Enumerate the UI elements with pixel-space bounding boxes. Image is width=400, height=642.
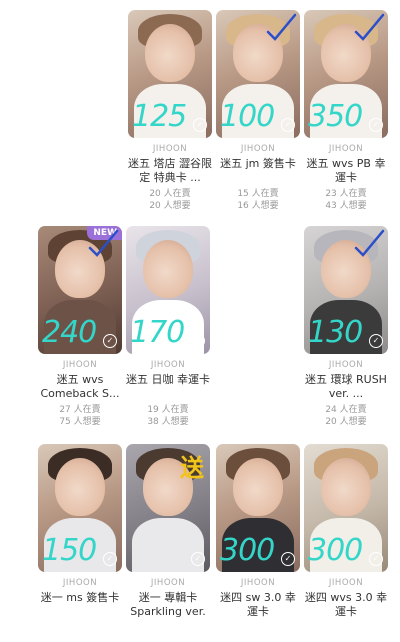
card-photo[interactable]: 300 ✓ [216, 444, 300, 572]
price-annotation: 300 [220, 533, 275, 568]
card[interactable]: 150 ✓ JIHOON 迷一 ms 簽售卡 [38, 444, 122, 619]
artist-name: JIHOON [328, 578, 364, 588]
card[interactable]: 送 ✓ JIHOON 迷一 專輯卡 Sparkling ver. [126, 444, 210, 619]
card[interactable]: 300 ✓ JIHOON 迷四 sw 3.0 幸運卡 [216, 444, 300, 619]
wanted-count: 38 人想要 [147, 417, 189, 427]
price-annotation: 300 [308, 533, 363, 568]
card[interactable]: NEW 240 ✓ JIHOON 迷五 wvs Comeback S... 27… [38, 226, 122, 428]
on-sale-count: 15 人在賣 [237, 189, 279, 199]
select-circle-icon[interactable]: ✓ [191, 334, 205, 348]
on-sale-count: 20 人在賣 [149, 189, 191, 199]
price-annotation: 170 [130, 315, 185, 350]
wanted-count: 16 人想要 [237, 201, 279, 211]
check-mark-icon [266, 13, 297, 41]
price-annotation: 100 [220, 99, 275, 134]
price-annotation: 240 [42, 315, 97, 350]
card[interactable]: 300 ✓ JIHOON 迷四 wvs 3.0 幸運卡 [304, 444, 388, 619]
card-title: 迷四 sw 3.0 幸運卡 [220, 591, 296, 618]
artist-name: JIHOON [150, 578, 186, 588]
artist-name: JIHOON [240, 578, 276, 588]
card-grid: 125 ✓ JIHOON 迷五 塔店 澀谷限定 特典卡 ... 20 人在賣 2… [0, 0, 400, 642]
card-photo[interactable]: 125 ✓ [128, 10, 212, 138]
artist-name: JIHOON [328, 144, 364, 154]
wanted-count: 20 人想要 [149, 201, 191, 211]
card-title: 迷五 wvs PB 幸運卡 [306, 157, 386, 184]
on-sale-count: 27 人在賣 [59, 405, 101, 415]
card-photo[interactable]: 100 ✓ [216, 10, 300, 138]
select-circle-icon[interactable]: ✓ [281, 552, 295, 566]
select-circle-icon[interactable]: ✓ [193, 118, 207, 132]
card-photo[interactable]: 170 ✓ [126, 226, 210, 354]
card-photo[interactable]: 350 ✓ [304, 10, 388, 138]
sent-annotation: 送 [180, 454, 204, 482]
card-photo[interactable]: 150 ✓ [38, 444, 122, 572]
price-annotation: 125 [132, 99, 187, 134]
select-circle-icon[interactable]: ✓ [103, 552, 117, 566]
card[interactable]: 350 ✓ JIHOON 迷五 wvs PB 幸運卡 23 人在賣 43 人想要 [304, 10, 388, 212]
card[interactable]: 170 ✓ JIHOON 迷五 日咖 幸運卡 19 人在賣 38 人想要 [126, 226, 210, 428]
card-title: 迷五 jm 簽售卡 [220, 157, 296, 170]
card-photo[interactable]: NEW 240 ✓ [38, 226, 122, 354]
select-circle-icon[interactable]: ✓ [369, 118, 383, 132]
artist-name: JIHOON [328, 360, 364, 370]
artist-name: JIHOON [240, 144, 276, 154]
card[interactable]: 130 ✓ JIHOON 迷五 環球 RUSH ver. ... 24 人在賣 … [304, 226, 388, 428]
artist-name: JIHOON [62, 360, 98, 370]
card-title: 迷五 環球 RUSH ver. ... [305, 373, 387, 400]
card-title: 迷五 wvs Comeback S... [40, 373, 120, 400]
wanted-count: 20 人想要 [325, 417, 367, 427]
card[interactable]: 125 ✓ JIHOON 迷五 塔店 澀谷限定 特典卡 ... 20 人在賣 2… [128, 10, 212, 212]
check-mark-icon [354, 229, 385, 257]
card-title: 迷五 塔店 澀谷限定 特典卡 ... [128, 157, 212, 184]
select-circle-icon[interactable]: ✓ [369, 552, 383, 566]
select-circle-icon[interactable]: ✓ [191, 552, 205, 566]
card[interactable]: 100 ✓ JIHOON 迷五 jm 簽售卡 15 人在賣 16 人想要 [216, 10, 300, 212]
artist-name: JIHOON [152, 144, 188, 154]
price-annotation: 150 [42, 533, 97, 568]
card-title: 迷一 ms 簽售卡 [40, 591, 120, 604]
check-mark-icon [354, 13, 385, 41]
price-annotation: 350 [308, 99, 363, 134]
wanted-count: 75 人想要 [59, 417, 101, 427]
price-annotation: 130 [308, 315, 363, 350]
card-title: 迷五 日咖 幸運卡 [126, 373, 210, 386]
select-circle-icon[interactable]: ✓ [281, 118, 295, 132]
on-sale-count: 19 人在賣 [147, 405, 189, 415]
artist-name: JIHOON [150, 360, 186, 370]
card-photo[interactable]: 送 ✓ [126, 444, 210, 572]
on-sale-count: 24 人在賣 [325, 405, 367, 415]
card-title: 迷一 專輯卡 Sparkling ver. [130, 591, 206, 618]
artist-name: JIHOON [62, 578, 98, 588]
card-photo[interactable]: 300 ✓ [304, 444, 388, 572]
card-title: 迷四 wvs 3.0 幸運卡 [304, 591, 388, 618]
select-circle-icon[interactable]: ✓ [369, 334, 383, 348]
wanted-count: 43 人想要 [325, 201, 367, 211]
select-circle-icon[interactable]: ✓ [103, 334, 117, 348]
card-photo[interactable]: 130 ✓ [304, 226, 388, 354]
check-mark-icon [88, 229, 119, 257]
on-sale-count: 23 人在賣 [325, 189, 367, 199]
